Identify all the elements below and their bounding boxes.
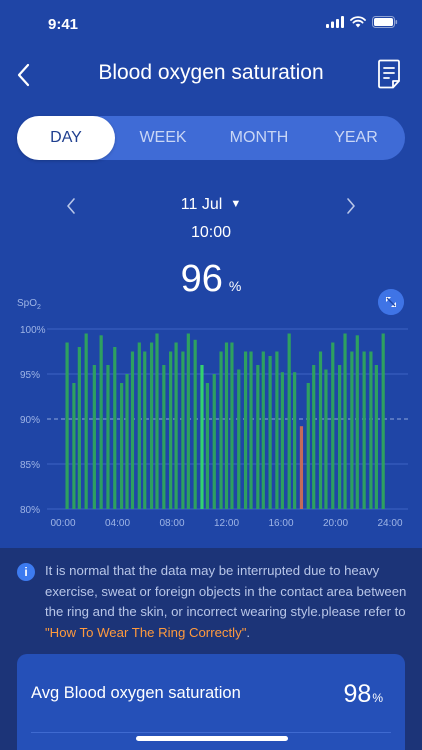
period-tabs: DAY WEEK MONTH YEAR (17, 116, 405, 160)
tab-month[interactable]: MONTH (211, 116, 307, 160)
chart-bar[interactable] (119, 383, 124, 509)
x-tick-label: 16:00 (268, 518, 293, 529)
chart-bar[interactable] (205, 383, 210, 509)
x-tick-label: 08:00 (159, 518, 184, 529)
y-tick-label: 85% (20, 460, 40, 471)
chart-bar[interactable] (256, 365, 260, 509)
chart-bar[interactable] (343, 333, 347, 510)
chart-bar[interactable] (125, 374, 129, 509)
chart-bar[interactable] (280, 372, 284, 509)
chart-bar[interactable] (193, 339, 197, 509)
chart-bar[interactable] (174, 342, 178, 510)
selected-bar[interactable] (200, 365, 204, 509)
info-text: It is normal that the data may be interr… (45, 563, 407, 640)
current-reading: 96% (0, 258, 422, 301)
chart-bar[interactable] (337, 365, 342, 509)
x-tick-label: 00:00 (50, 518, 75, 529)
chart-bar[interactable] (137, 342, 141, 510)
tab-week[interactable]: WEEK (115, 116, 211, 160)
chart-bar[interactable] (169, 351, 173, 510)
chart-bar[interactable] (369, 351, 373, 510)
x-tick-label: 20:00 (323, 518, 348, 529)
selected-time: 10:00 (190, 224, 232, 241)
chart-bar[interactable] (149, 342, 154, 510)
y-tick-label: 100% (20, 325, 46, 336)
chart-bar[interactable] (230, 342, 234, 510)
chart-bar[interactable] (92, 365, 96, 509)
battery-icon (372, 16, 398, 28)
chart-bar[interactable] (84, 333, 88, 510)
chart-bar[interactable] (155, 333, 159, 510)
date-navigator: 11 Jul ▼ (0, 192, 422, 220)
tab-year[interactable]: YEAR (307, 116, 405, 160)
signal-icon (326, 16, 344, 28)
date-label: 11 Jul (180, 196, 223, 213)
chart-bar[interactable] (212, 374, 216, 509)
chart-bar[interactable] (331, 342, 335, 510)
chart-bar[interactable] (312, 365, 316, 509)
chart-bar[interactable] (181, 351, 185, 510)
avg-value: 98% (343, 680, 383, 708)
status-bar: 9:41 (0, 0, 422, 50)
home-indicator (136, 736, 288, 741)
x-tick-label: 04:00 (105, 518, 130, 529)
reading-value: 96 (180, 258, 223, 300)
report-icon[interactable] (376, 59, 402, 89)
chart-bar[interactable] (287, 333, 291, 510)
chart-bar[interactable] (293, 372, 297, 509)
status-icons (326, 16, 398, 28)
chart-bar[interactable] (306, 383, 310, 509)
chart-bar[interactable] (224, 342, 229, 510)
nav-bar: Blood oxygen saturation (0, 55, 422, 95)
y-tick-label: 90% (20, 415, 40, 426)
chart-bar[interactable] (65, 342, 69, 510)
chart-bar[interactable] (318, 351, 323, 510)
chart-bar[interactable] (219, 351, 223, 510)
chart-bar[interactable] (143, 351, 147, 510)
status-time: 9:41 (48, 16, 79, 33)
wear-ring-guide-link[interactable]: "How To Wear The Ring Correctly" (45, 625, 246, 640)
x-tick-label: 12:00 (214, 518, 239, 529)
chart-bar[interactable] (130, 351, 135, 510)
chart-bar[interactable] (381, 333, 385, 510)
chart-bar[interactable] (268, 356, 272, 509)
avg-label: Avg Blood oxygen saturation (31, 684, 241, 702)
chart-bar[interactable] (106, 365, 110, 509)
wifi-icon (350, 16, 366, 28)
spo2-bar-chart[interactable]: 100% 95% 90% 85% 80% 00:00 04:00 08:00 12:00 16:0… (0, 318, 422, 533)
y-axis-label: SpO2 (17, 298, 41, 311)
chart-bar[interactable] (162, 365, 166, 509)
chart-bar[interactable] (237, 369, 241, 510)
divider (31, 732, 391, 733)
page-title: Blood oxygen saturation (98, 61, 324, 84)
chart-bar[interactable] (261, 351, 265, 510)
next-date-button[interactable] (342, 195, 360, 217)
chart-bar[interactable] (350, 351, 354, 510)
chart-bar[interactable] (355, 335, 359, 509)
chart-bar[interactable] (362, 351, 366, 510)
info-icon: i (17, 563, 35, 581)
x-tick-label: 24:00 (377, 518, 402, 529)
chart-bar[interactable] (243, 351, 248, 510)
chart-bar[interactable] (113, 347, 117, 509)
chart-bar[interactable] (275, 351, 279, 510)
chart-bar[interactable] (72, 383, 76, 509)
caret-down-icon: ▼ (230, 198, 242, 210)
chart-bar[interactable] (249, 351, 253, 510)
y-tick-label: 95% (20, 370, 40, 381)
chart-bar[interactable] (374, 365, 378, 509)
fullscreen-icon[interactable] (378, 289, 404, 315)
chart-bar[interactable] (99, 335, 103, 509)
reading-unit: % (228, 278, 242, 294)
chart-bar[interactable] (186, 333, 190, 510)
chart-bar[interactable] (77, 347, 81, 509)
tab-day[interactable]: DAY (17, 116, 115, 160)
y-tick-label: 80% (20, 505, 40, 516)
chart-bar[interactable] (299, 426, 304, 509)
chart-bar[interactable] (324, 369, 328, 510)
